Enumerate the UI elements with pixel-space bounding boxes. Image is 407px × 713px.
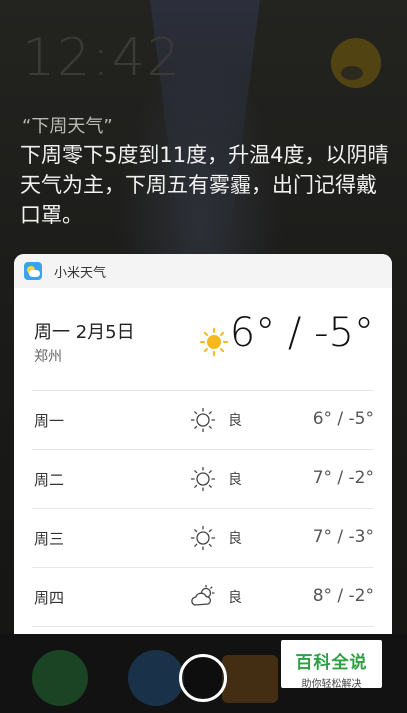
assistant-answer: 下周零下5度到11度，升温4度，以阴晴天气为主，下周五有雾霾，出门记得戴口罩。	[20, 143, 389, 227]
sun-outline-icon	[190, 466, 216, 492]
forecast-day: 周四	[34, 589, 65, 607]
forecast-day: 周一	[34, 412, 65, 430]
today-city: 郑州	[34, 349, 62, 365]
weather-card[interactable]: 小米天气 周一 2月5日 郑州 6° / -5° 周一 良 6° / -5° 周…	[14, 254, 392, 634]
files-app-icon[interactable]	[222, 655, 278, 703]
sun-outline-icon	[190, 407, 216, 433]
voice-query: “下周天气”	[22, 116, 113, 137]
weather-widget-icon	[331, 38, 381, 88]
forecast-temperature: 7° / -3°	[312, 527, 374, 547]
air-quality: 良	[228, 413, 242, 429]
home-button[interactable]	[179, 654, 227, 702]
today-temperature: 6° / -5°	[229, 310, 374, 356]
forecast-row: 周二 良 7° / -2°	[32, 450, 374, 509]
forecast-temperature: 8° / -2°	[312, 586, 374, 606]
forecast-temperature: 7° / -2°	[312, 468, 374, 488]
air-quality: 良	[228, 531, 242, 547]
today-date: 周一 2月5日	[34, 322, 135, 343]
xiaomi-weather-app-icon	[24, 262, 42, 280]
forecast-row: 周三 良 7° / -3°	[32, 509, 374, 568]
partly-cloudy-icon	[191, 584, 215, 606]
sun-icon	[200, 328, 228, 356]
watermark-title: 百科全说	[295, 653, 368, 673]
air-quality: 良	[228, 590, 242, 606]
today-summary: 周一 2月5日 郑州 6° / -5°	[32, 288, 374, 391]
app-name: 小米天气	[54, 265, 107, 281]
card-header[interactable]: 小米天气	[14, 254, 392, 288]
air-quality: 良	[228, 472, 242, 488]
forecast-day: 周二	[34, 471, 65, 489]
watermark-subtitle: 助你轻松解决	[301, 679, 362, 690]
forecast-day: 周三	[34, 530, 65, 548]
sun-outline-icon	[190, 525, 216, 551]
lockscreen-clock: 12:42	[22, 28, 182, 88]
contacts-app-icon[interactable]	[128, 650, 184, 706]
phone-app-icon[interactable]	[32, 650, 88, 706]
forecast-row: 周四 良 8° / -2°	[32, 568, 374, 627]
watermark-badge: 百科全说 助你轻松解决	[281, 640, 382, 690]
forecast-row: 周一 良 6° / -5°	[32, 391, 374, 450]
forecast-temperature: 6° / -5°	[312, 409, 374, 429]
